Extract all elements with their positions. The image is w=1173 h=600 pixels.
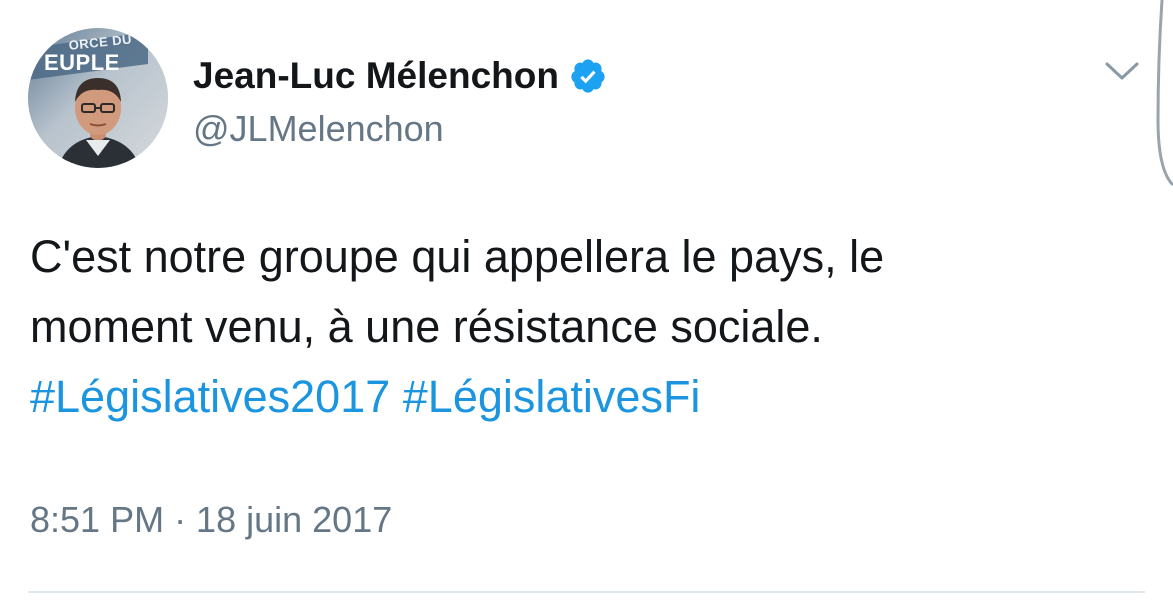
author-name-row[interactable]: Jean-Luc Mélenchon <box>193 54 607 98</box>
tweet-hashtags: #Législatives2017 #LégislativesFi <box>30 362 1140 432</box>
hashtag-link[interactable]: #LégislativesFi <box>403 371 701 422</box>
author-handle[interactable]: @JLMelenchon <box>193 108 444 150</box>
screen-edge <box>1156 0 1173 187</box>
hashtag-link[interactable]: #Législatives2017 <box>30 371 390 422</box>
tweet-text: C'est notre groupe qui appellera le pays… <box>30 222 1140 432</box>
author-display-name[interactable]: Jean-Luc Mélenchon <box>193 55 559 97</box>
verified-badge-icon <box>569 57 607 95</box>
chevron-down-icon[interactable] <box>1102 56 1142 86</box>
tweet-timestamp[interactable]: 8:51 PM · 18 juin 2017 <box>30 499 392 541</box>
divider <box>28 591 1145 593</box>
avatar-banner-text: EUPLE <box>44 50 120 75</box>
tweet-text-line: C'est notre groupe qui appellera le pays… <box>30 231 885 282</box>
tweet-text-line: moment venu, à une résistance sociale. <box>30 301 823 352</box>
avatar[interactable]: ORCE DU EUPLE <box>28 28 168 168</box>
